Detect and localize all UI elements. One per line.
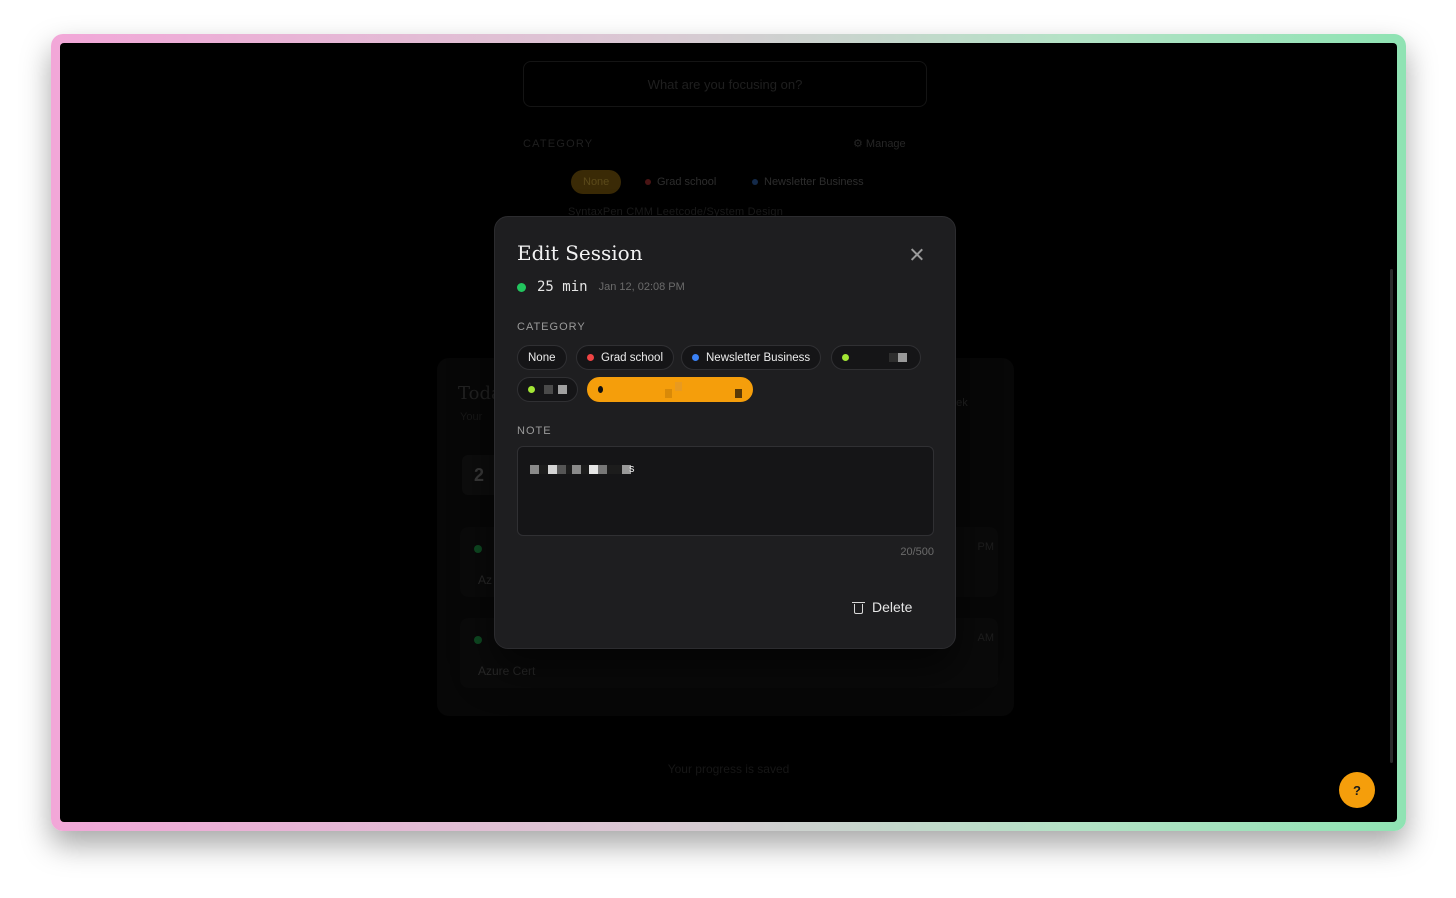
dot-icon [645, 179, 651, 185]
redacted-pixel [557, 464, 566, 474]
help-button[interactable]: ? [1339, 772, 1375, 808]
status-dot-icon [474, 636, 482, 644]
note-textarea[interactable]: s [517, 446, 934, 536]
status-dot-icon [474, 545, 482, 553]
app-screen: What are you focusing on? CATEGORY ⚙ Man… [60, 43, 1397, 822]
bg-chip-newsletter[interactable]: Newsletter Business [740, 170, 876, 194]
redacted-pixel [572, 464, 581, 474]
dot-icon [587, 354, 594, 361]
category-chip-selected[interactable] [587, 377, 753, 402]
trash-icon [852, 601, 865, 614]
redacted-pixel [889, 353, 898, 362]
dot-icon [528, 386, 535, 393]
close-icon[interactable] [909, 247, 925, 263]
session-name: Az [478, 573, 493, 587]
dot-icon [692, 354, 699, 361]
modal-title: Edit Session [517, 241, 643, 265]
manage-button[interactable]: ⚙ Manage [853, 137, 906, 150]
chip-label: Newsletter Business [764, 176, 864, 188]
redacted-pixel [558, 385, 567, 394]
category-chip-redacted[interactable] [517, 377, 578, 402]
session-name: Azure Cert [478, 664, 536, 678]
category-chip-grad-school[interactable]: Grad school [576, 345, 675, 370]
delete-button[interactable]: Delete [852, 599, 913, 615]
window-frame: What are you focusing on? CATEGORY ⚙ Man… [51, 34, 1406, 831]
saved-status: Your progress is saved [667, 762, 790, 776]
chip-label: Grad school [657, 176, 717, 188]
redacted-pixel [589, 464, 598, 474]
chip-label: None [528, 351, 556, 364]
session-duration: 25 min [537, 279, 588, 295]
redacted-pixel [675, 382, 683, 391]
bg-chip-grad-school[interactable]: Grad school [633, 170, 728, 194]
dot-icon [598, 386, 604, 393]
dot-icon [842, 354, 849, 361]
redacted-pixel [607, 464, 622, 474]
delete-label: Delete [872, 599, 913, 615]
redacted-pixel [581, 464, 589, 474]
dot-icon [752, 179, 758, 185]
redacted-pixel [665, 389, 673, 398]
session-time: PM [977, 541, 995, 553]
bg-chip-none[interactable]: None [571, 170, 622, 194]
redacted-pixel [598, 464, 607, 474]
session-datetime: Jan 12, 02:08 PM [598, 281, 685, 293]
edit-session-modal: Edit Session 25 min Jan 12, 02:08 PM CAT… [494, 216, 956, 649]
chip-label: Grad school [601, 351, 664, 364]
char-counter: 20/500 [900, 546, 934, 558]
today-subtitle: Your [460, 411, 483, 423]
scrollbar[interactable] [1390, 269, 1393, 763]
redacted-pixel [735, 389, 742, 398]
session-meta: 25 min Jan 12, 02:08 PM [517, 279, 685, 295]
category-chip-redacted[interactable] [831, 345, 921, 370]
note-label: NOTE [517, 425, 552, 437]
chip-label: Newsletter Business [706, 351, 811, 364]
chip-label: None [583, 176, 610, 188]
focus-input[interactable]: What are you focusing on? [523, 61, 927, 107]
redacted-pixel [548, 464, 557, 474]
category-label: CATEGORY [517, 321, 586, 333]
note-text: s [629, 463, 635, 475]
redacted-pixel [898, 353, 907, 362]
redacted-pixel [544, 385, 553, 394]
category-chip-none[interactable]: None [517, 345, 567, 370]
redacted-pixel [539, 464, 548, 474]
status-dot-icon [517, 282, 526, 292]
redacted-pixel [530, 464, 539, 474]
session-time: AM [977, 632, 995, 644]
category-chip-newsletter-business[interactable]: Newsletter Business [681, 345, 822, 370]
note-text-redacted: s [530, 463, 635, 475]
category-label: CATEGORY [523, 138, 594, 150]
